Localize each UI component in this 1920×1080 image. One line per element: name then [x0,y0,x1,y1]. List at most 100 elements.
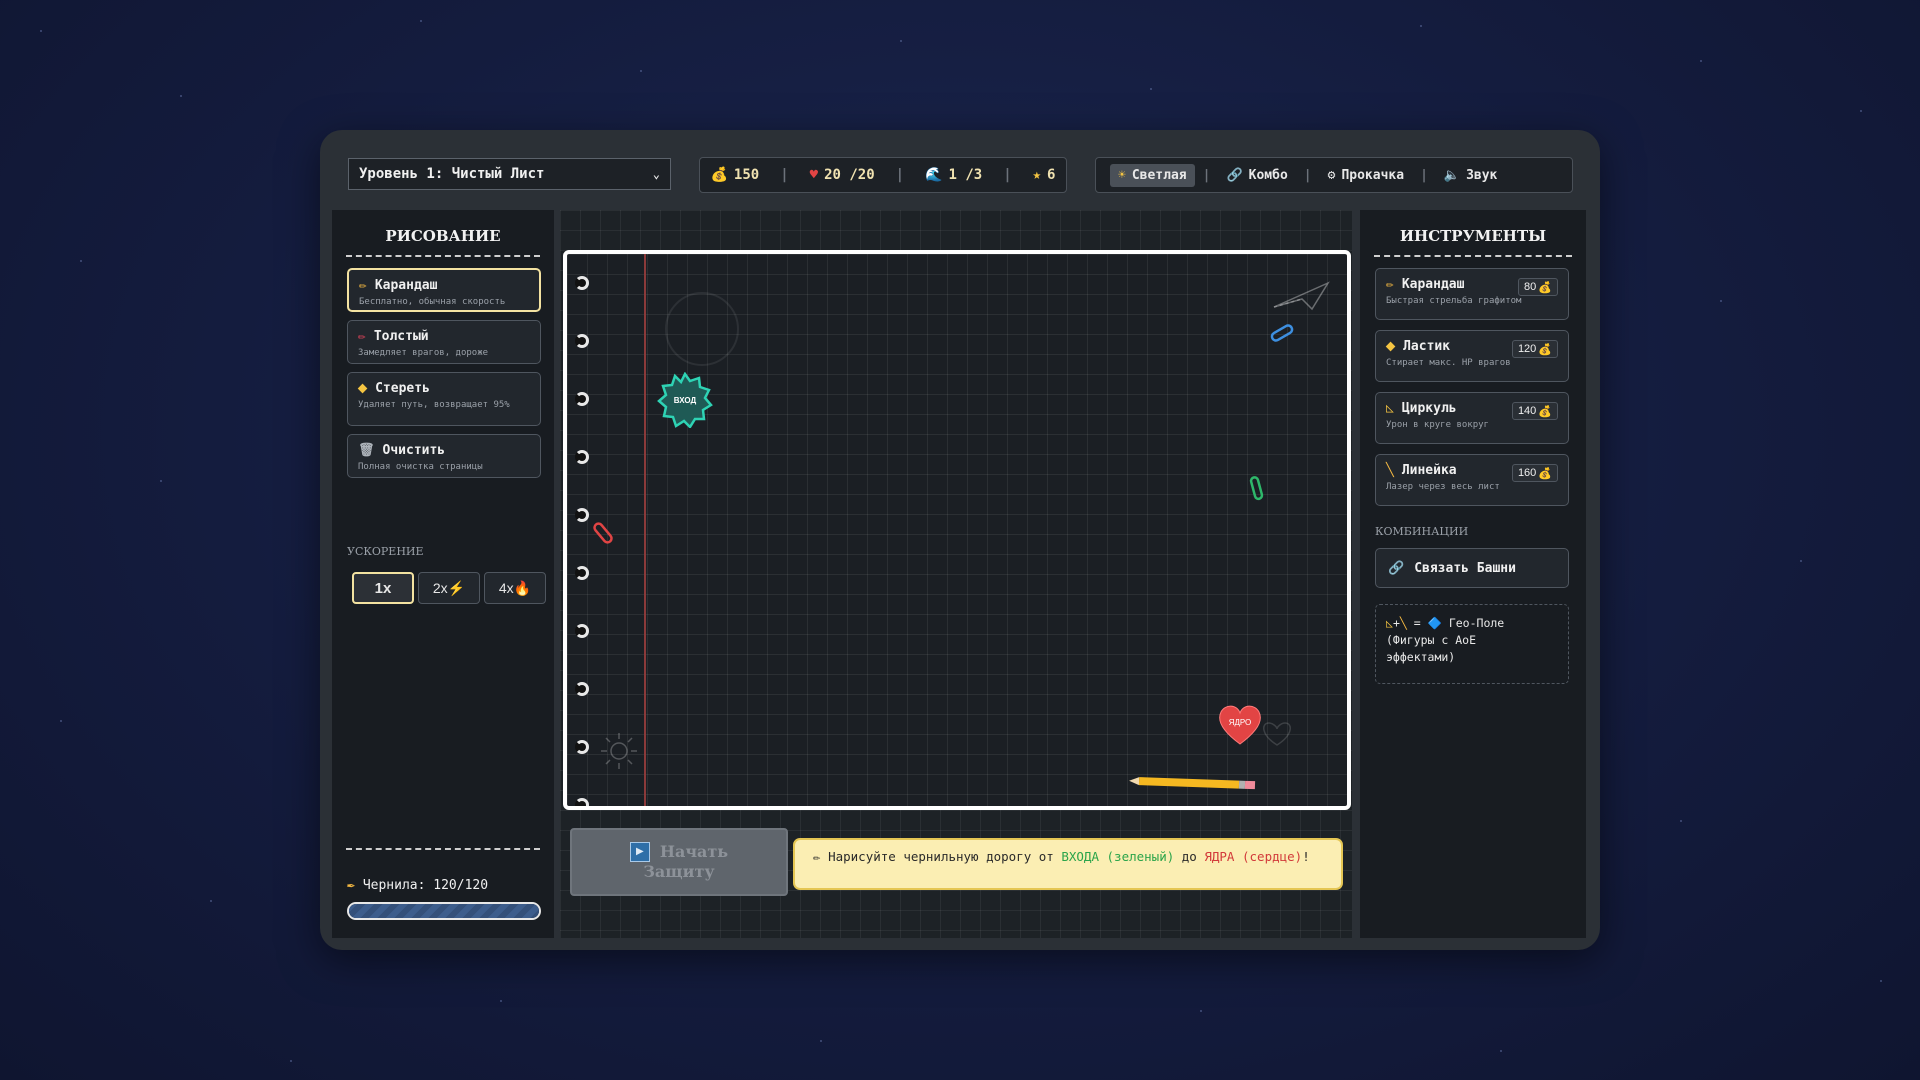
lightning-icon: ⚡ [447,579,466,596]
drawing-panel-title: РИСОВАНИЕ [385,227,501,245]
divider [1374,255,1572,257]
divider: | [895,167,905,183]
hint-text-mid: до [1174,849,1205,864]
tool-name: Толстый [373,329,429,344]
speed-2x-button[interactable]: 2x ⚡ [418,572,480,604]
speed-1x-label: 1x [374,579,392,597]
tower-desc: Урон в круге вокруг [1386,420,1489,430]
level-select-value: Уровень 1: Чистый Лист [359,166,545,182]
binder-ring [575,798,589,806]
start-label-line2: Защиту [643,862,715,881]
ruler-icon: ╲ [1399,616,1407,630]
link-towers-button[interactable]: 🔗 Связать Башни [1375,548,1569,588]
hint-message: ✏ Нарисуйте чернильную дорогу от ВХОДА (… [793,838,1343,890]
tower-ruler[interactable]: ╲ Линейка Лазер через весь лист 160 💰 [1375,454,1569,506]
binder-ring [575,334,589,348]
lives-stat: ♥ 20 /20 [810,167,875,183]
lives-value: 20 /20 [824,167,875,183]
pencil-icon: ✏ [813,849,821,864]
tower-price: 120 💰 [1511,340,1558,358]
tower-price: 140 💰 [1511,402,1558,420]
binder-ring [575,508,589,522]
theme-button[interactable]: ☀ Светлая [1110,163,1195,187]
upgrade-button[interactable]: ⚙ Прокачка [1320,164,1412,187]
paperclip-green-icon [1249,476,1264,501]
speed-controls: 1x 2x ⚡ 4x 🔥 [352,572,546,604]
binder-ring [575,566,589,580]
coin-bag-icon: 💰 [1538,281,1552,294]
speed-4x-button[interactable]: 4x 🔥 [484,572,546,604]
tool-name: Очистить [382,443,446,458]
stars-stat: ★ 6 [1033,167,1056,183]
coins-value: 150 [733,167,760,183]
binder-ring [575,624,589,638]
waves-stat: 🌊 1 /3 [925,167,982,183]
tower-desc: Быстрая стрельба графитом [1386,296,1522,306]
divider [346,255,540,257]
faint-heart-doodle [1263,722,1291,746]
fire-icon: 🔥 [513,579,532,596]
tool-desc: Полная очистка страницы [358,462,483,472]
speed-label: УСКОРЕНИЕ [347,545,424,558]
tool-erase[interactable]: ⬥ Стереть Удаляет путь, возвращает 95% [347,372,541,426]
binder-ring [575,740,589,754]
sound-button[interactable]: 🔈 Звук [1436,164,1506,187]
ink-progress-bar [347,902,541,920]
core-label: ЯДРО [1228,717,1252,727]
tool-clear[interactable]: 🗑 Очистить Полная очистка страницы [347,434,541,478]
divider: | [1303,167,1312,183]
tool-desc: Удаляет путь, возвращает 95% [358,400,510,410]
triangle-ruler-icon: ◺ [1386,616,1393,630]
tower-name: Карандаш [1401,277,1465,292]
paper-plane-doodle-icon [1273,281,1330,311]
price-value: 140 [1517,405,1537,417]
game-window: Уровень 1: Чистый Лист ⌄ 💰 150 | ♥ 20 /2… [320,130,1600,950]
combo-label: Комбо [1248,167,1288,183]
star-icon: ★ [1032,167,1042,183]
ruler-icon: ╲ [1386,463,1394,478]
pencil-sprite-icon [1129,777,1256,790]
triangle-ruler-icon: ◺ [1386,401,1394,416]
combo-button[interactable]: 🔗 Комбо [1218,164,1295,187]
divider: | [1003,167,1012,183]
chevron-down-icon: ⌄ [652,167,660,181]
tower-eraser[interactable]: ⬥ Ластик Стирает макс. HP врагов 120 💰 [1375,330,1569,382]
tower-pencil[interactable]: ✏ Карандаш Быстрая стрельба графитом 80 💰 [1375,268,1569,320]
binder-ring [575,682,589,696]
link-icon: 🔗 [1226,167,1243,183]
hint-entry-text: ВХОДА (зеленый) [1061,849,1175,864]
geo-line3: эффектами) [1386,650,1456,664]
tower-compass[interactable]: ◺ Циркуль Урон в круге вокруг 140 💰 [1375,392,1569,444]
tool-thick[interactable]: ✏ Толстый Замедляет врагов, дороже [347,320,541,364]
start-defense-button[interactable]: ▶ Начать Защиту [570,828,788,896]
theme-label: Светлая [1131,167,1187,183]
tower-name: Ластик [1403,339,1451,354]
speed-1x-button[interactable]: 1x [352,572,414,604]
coin-bag-icon: 💰 [1538,405,1552,418]
top-menu: ☀ Светлая | 🔗 Комбо | ⚙ Прокачка | 🔈 Зву… [1095,157,1573,193]
sun-doodle-icon [601,733,637,769]
pen-icon: ✒ [347,878,355,893]
entry-point[interactable]: ВХОД [657,371,713,429]
tool-pencil[interactable]: ✏ Карандаш Бесплатно, обычная скорость [347,268,541,312]
combos-label: КОМБИНАЦИИ [1375,525,1469,538]
level-select[interactable]: Уровень 1: Чистый Лист ⌄ [348,158,671,190]
link-icon: 🔗 [1388,560,1405,576]
paperclip-red-icon [593,522,613,544]
core-heart[interactable]: ЯДРО [1217,704,1263,746]
binder-ring [575,450,589,464]
tool-desc: Бесплатно, обычная скорость [359,297,506,307]
binder-ring [575,276,589,290]
notebook-sheet[interactable]: ВХОД ЯДРО [563,250,1351,810]
drawing-panel: РИСОВАНИЕ ✏ Карандаш Бесплатно, обычная … [332,210,554,938]
margin-line [644,254,646,806]
tower-desc: Стирает макс. HP врагов [1386,358,1511,368]
upgrade-label: Прокачка [1341,167,1405,183]
waves-value: 1 /3 [948,167,983,183]
speed-2x-label: 2x [432,580,448,596]
divider: | [780,167,789,183]
entry-label: ВХОД [673,395,697,405]
coin-bag-icon: 💰 [1538,467,1552,480]
tower-name: Линейка [1401,463,1457,478]
game-board: ВХОД ЯДРО ▶ Начать Защиту ✏ Нарисуйте че… [560,210,1352,938]
